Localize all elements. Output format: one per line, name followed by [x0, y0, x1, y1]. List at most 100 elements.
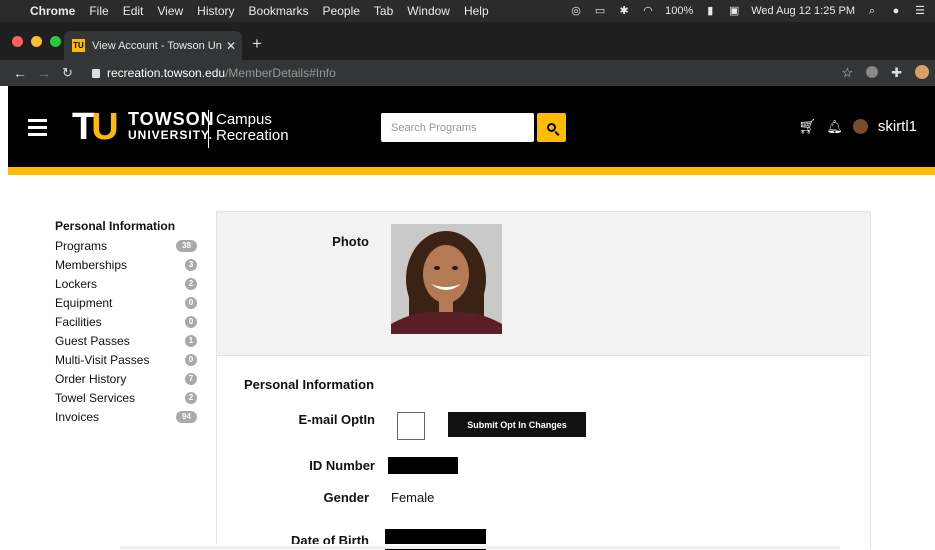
site-header: TU TOWSON UNIVERSITY. Campus Recreation …: [8, 86, 935, 167]
sidebar-item-lockers[interactable]: Lockers 2: [55, 274, 197, 293]
count-badge: 3: [185, 258, 197, 271]
search-programs-input[interactable]: Search Programs: [381, 113, 534, 142]
spotlight-search-icon[interactable]: ⌕: [865, 5, 879, 17]
count-badge: 1: [185, 334, 197, 347]
sidebar-item-multi-visit-passes[interactable]: Multi-Visit Passes 0: [55, 350, 197, 369]
airplay-icon[interactable]: ▭: [593, 5, 607, 17]
sidebar-item-towel-services[interactable]: Towel Services 2: [55, 388, 197, 407]
url-host: recreation.towson.edu: [107, 66, 226, 80]
wordmark-line1: TOWSON: [128, 109, 215, 129]
menu-file[interactable]: File: [89, 4, 108, 18]
new-tab-icon[interactable]: +: [252, 34, 262, 54]
tab-title: View Account - Towson Univer: [92, 39, 222, 52]
menu-tab[interactable]: Tab: [374, 4, 393, 18]
id-number-redacted: [388, 457, 458, 474]
gender-value: Female: [391, 490, 435, 505]
id-number-label: ID Number: [309, 458, 375, 473]
sidebar-item-equipment[interactable]: Equipment 0: [55, 293, 197, 312]
notification-center-icon[interactable]: ☰: [913, 5, 927, 17]
sidebar-item-personal-information[interactable]: Personal Information: [55, 219, 197, 233]
browser-tab-strip: TU View Account - Towson Univer ✕ +: [0, 22, 935, 60]
menu-edit[interactable]: Edit: [123, 4, 144, 18]
sidebar-item-label: Facilities: [55, 314, 102, 329]
address-bar[interactable]: recreation.towson.edu/MemberDetails#Info: [92, 66, 336, 80]
sidebar-item-label: Equipment: [55, 295, 113, 310]
url-path: /MemberDetails#Info: [225, 66, 336, 80]
sidebar-item-order-history[interactable]: Order History 7: [55, 369, 197, 388]
search-button[interactable]: [537, 113, 566, 142]
menu-app-name[interactable]: Chrome: [30, 4, 75, 18]
battery-percent: 100%: [665, 5, 694, 17]
profile-avatar-icon[interactable]: [915, 65, 929, 79]
menu-people[interactable]: People: [323, 4, 360, 18]
sidebar-item-memberships[interactable]: Memberships 3: [55, 255, 197, 274]
count-badge: 38: [176, 239, 197, 252]
lock-icon: [92, 69, 100, 78]
forward-arrow-icon[interactable]: →: [37, 65, 51, 81]
sidebar-item-label: Memberships: [55, 257, 128, 272]
menu-help[interactable]: Help: [464, 4, 489, 18]
display-icon[interactable]: ▣: [727, 5, 741, 17]
zoom-window-button[interactable]: [50, 36, 61, 47]
sidebar-item-programs[interactable]: Programs 38: [55, 236, 197, 255]
campus-line1: Campus: [216, 111, 272, 128]
sidebar-item-guest-passes[interactable]: Guest Passes 1: [55, 331, 197, 350]
header-accent-bar: [8, 167, 935, 175]
menu-bookmarks[interactable]: Bookmarks: [249, 4, 309, 18]
count-badge: 0: [185, 353, 197, 366]
count-badge: 7: [185, 372, 197, 385]
reload-icon[interactable]: ↻: [62, 65, 73, 81]
browser-tab-active[interactable]: TU View Account - Towson Univer ✕: [64, 31, 242, 60]
toolbar-actions: ☆ ✚: [841, 65, 929, 81]
wifi-icon[interactable]: ◠: [641, 5, 655, 17]
section-title-personal-information: Personal Information: [244, 377, 375, 392]
user-avatar[interactable]: [852, 119, 868, 134]
sidebar-item-label: Order History: [55, 371, 127, 386]
cart-icon[interactable]: 🛒︎: [799, 118, 817, 135]
menu-window[interactable]: Window: [407, 4, 450, 18]
photo-section: Photo: [217, 212, 870, 356]
window-controls: [12, 36, 61, 47]
macos-menu-bar: Chrome File Edit View History Bookmarks …: [0, 0, 935, 22]
sidebar-item-label: Programs: [55, 238, 108, 253]
back-arrow-icon[interactable]: ←: [13, 65, 27, 81]
email-optin-checkbox[interactable]: [397, 412, 425, 440]
sidebar-item-invoices[interactable]: Invoices 94: [55, 407, 197, 426]
count-badge: 2: [185, 391, 197, 404]
menu-history[interactable]: History: [197, 4, 234, 18]
menu-view[interactable]: View: [157, 4, 183, 18]
username[interactable]: skirtl1: [878, 118, 917, 135]
screen-record-icon[interactable]: ◎: [569, 5, 583, 17]
tu-logo[interactable]: TU: [72, 108, 119, 146]
extensions-puzzle-icon[interactable]: ✚: [891, 65, 902, 81]
page-bottom-shadow: [120, 544, 840, 549]
towson-wordmark[interactable]: TOWSON UNIVERSITY.: [128, 110, 215, 142]
bluetooth-icon[interactable]: ✱: [617, 5, 631, 17]
bookmark-star-icon[interactable]: ☆: [841, 65, 853, 81]
menu-clock[interactable]: Wed Aug 12 1:25 PM: [751, 5, 855, 17]
hamburger-menu-icon[interactable]: [28, 119, 47, 140]
campus-line2: Recreation: [216, 127, 289, 144]
sidebar-item-label: Guest Passes: [55, 333, 130, 348]
minimize-window-button[interactable]: [31, 36, 42, 47]
member-portrait-image: [391, 224, 502, 334]
siri-icon[interactable]: ●: [889, 5, 903, 17]
count-badge: 2: [185, 277, 197, 290]
bell-icon[interactable]: 🔔︎: [826, 119, 843, 135]
count-badge: 0: [185, 315, 197, 328]
sidebar-item-label: Invoices: [55, 409, 100, 424]
email-optin-label: E-mail OptIn: [298, 412, 375, 427]
campus-recreation-title[interactable]: Campus Recreation: [216, 112, 289, 144]
battery-icon[interactable]: ▮: [703, 5, 717, 17]
extension-icon[interactable]: [866, 66, 879, 78]
gender-label: Gender: [323, 490, 369, 505]
towson-favicon-icon: TU: [72, 39, 85, 52]
browser-toolbar: ← → ↻ recreation.towson.edu/MemberDetail…: [0, 60, 935, 86]
close-window-button[interactable]: [12, 36, 23, 47]
menu-status-area: ◎ ▭ ✱ ◠ 100% ▮ ▣ Wed Aug 12 1:25 PM ⌕ ● …: [569, 0, 927, 22]
close-tab-icon[interactable]: ✕: [226, 39, 236, 53]
count-badge: 94: [176, 410, 197, 423]
submit-opt-in-button[interactable]: Submit Opt In Changes: [448, 412, 586, 437]
wordmark-line2: UNIVERSITY.: [128, 128, 214, 142]
sidebar-item-facilities[interactable]: Facilities 0: [55, 312, 197, 331]
